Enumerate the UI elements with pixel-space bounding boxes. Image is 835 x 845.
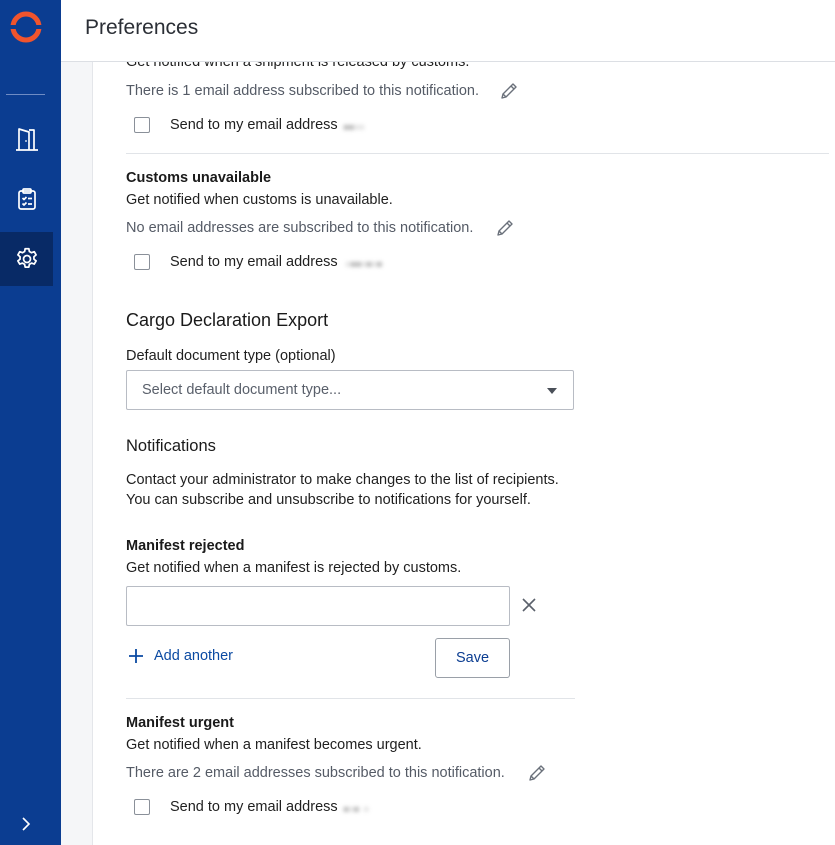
manifest-urgent-email-checkbox[interactable] <box>134 799 150 815</box>
customs-unavailable-email-checkbox[interactable] <box>134 254 150 270</box>
redacted-email: ▪◦▪ ◦ <box>344 802 370 816</box>
cargo-export-title: Cargo Declaration Export <box>126 310 329 330</box>
caret-down-icon <box>547 388 557 394</box>
manifest-rejected-email-field[interactable] <box>126 586 510 626</box>
notifications-info-line-2: You can subscribe and unsubscribe to not… <box>126 492 531 508</box>
chevron-right-icon <box>22 817 31 831</box>
pencil-icon[interactable] <box>494 217 516 239</box>
manifest-rejected-description: Get notified when a manifest is rejected… <box>126 560 462 576</box>
doc-type-label: Default document type (optional) <box>126 348 336 364</box>
sidebar-item-settings[interactable] <box>0 232 53 286</box>
page-header: Preferences <box>61 0 835 62</box>
section-divider <box>126 698 575 699</box>
door-icon <box>15 128 38 151</box>
expand-sidebar-button[interactable] <box>14 812 38 836</box>
notifications-info-line-1: Contact your administrator to make chang… <box>126 472 559 488</box>
logo-icon <box>9 11 43 43</box>
plus-icon <box>129 649 143 663</box>
redacted-email: ◦▪▪◦▪◦▪ <box>346 257 383 271</box>
content-gutter <box>61 62 93 845</box>
customs-unavailable-send-label: Send to my email address <box>170 254 338 270</box>
sidebar-item-exit[interactable] <box>0 112 53 166</box>
preferences-content: Get notified when a shipment is released… <box>94 62 835 845</box>
shipment-released-description: Get notified when a shipment is released… <box>126 62 470 70</box>
add-another-label: Add another <box>154 648 234 664</box>
clipboard-icon <box>17 188 36 210</box>
customs-unavailable-title: Customs unavailable <box>126 170 272 186</box>
add-another-link[interactable]: Add another <box>128 648 233 664</box>
sidebar-divider <box>6 94 45 95</box>
close-icon[interactable] <box>520 596 538 614</box>
gear-icon <box>16 247 37 268</box>
redacted-email: ▪▪◦◦ <box>344 120 366 134</box>
manifest-urgent-title: Manifest urgent <box>126 715 234 731</box>
manifest-urgent-description: Get notified when a manifest becomes urg… <box>126 737 422 753</box>
save-button[interactable]: Save <box>435 638 510 678</box>
shipment-released-email-checkbox[interactable] <box>134 117 150 133</box>
shipment-released-send-label: Send to my email address <box>170 117 338 133</box>
shipment-released-subscribed-text: There is 1 email address subscribed to t… <box>126 83 480 99</box>
sidebar <box>0 0 61 845</box>
sidebar-item-tasks[interactable] <box>0 172 53 226</box>
email-input[interactable] <box>127 587 509 625</box>
pencil-icon[interactable] <box>526 762 548 784</box>
page-title: Preferences <box>85 16 199 39</box>
manifest-urgent-send-label: Send to my email address <box>170 799 338 815</box>
doc-type-placeholder: Select default document type... <box>142 382 342 398</box>
notifications-title: Notifications <box>126 437 216 455</box>
manifest-rejected-title: Manifest rejected <box>126 538 245 554</box>
customs-unavailable-description: Get notified when customs is unavailable… <box>126 192 393 208</box>
doc-type-select[interactable]: Select default document type... <box>126 370 574 410</box>
manifest-urgent-subscribed-text: There are 2 email addresses subscribed t… <box>126 765 505 781</box>
pencil-icon[interactable] <box>498 80 520 102</box>
customs-unavailable-subscribed-text: No email addresses are subscribed to thi… <box>126 220 474 236</box>
section-divider <box>126 153 829 154</box>
